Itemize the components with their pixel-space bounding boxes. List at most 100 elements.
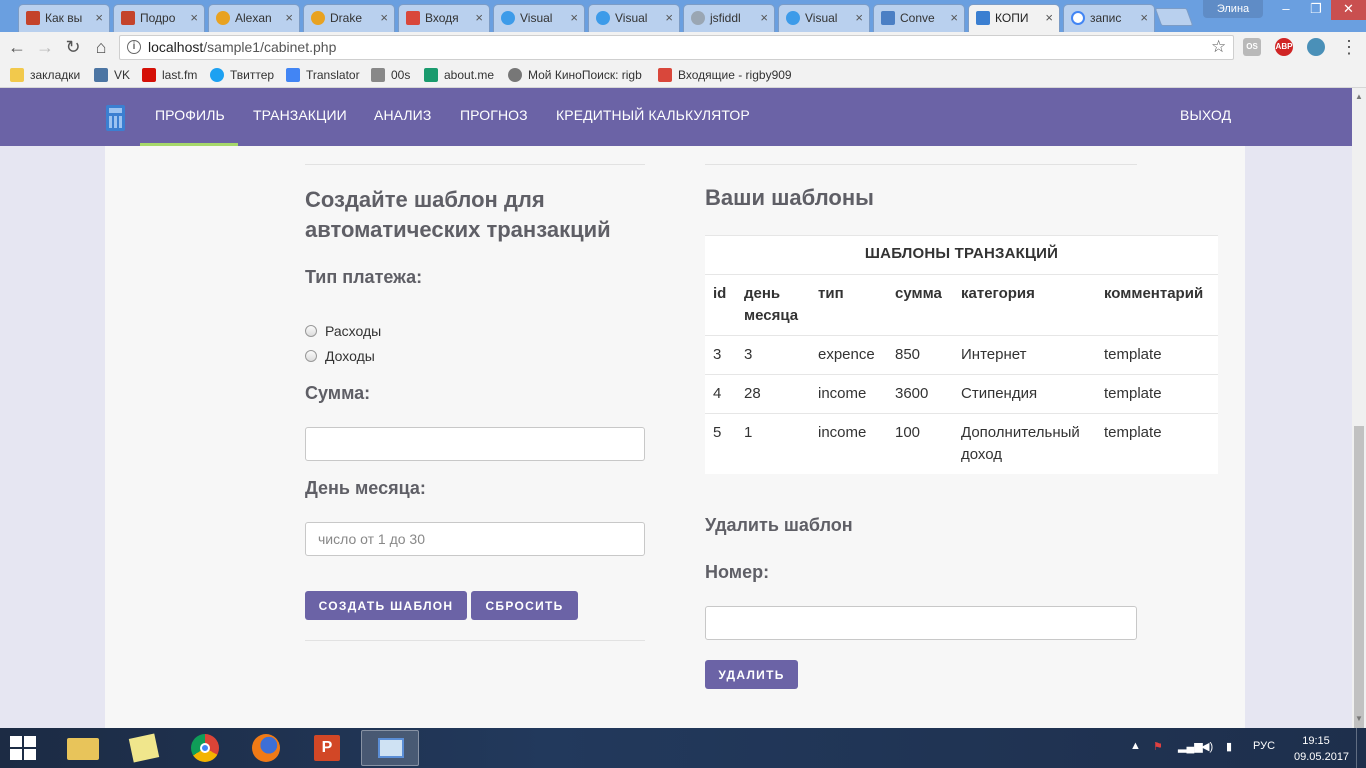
column-header: категория	[961, 285, 1035, 302]
adblock-icon[interactable]: ABP	[1275, 38, 1293, 56]
column-header: день месяца	[744, 285, 799, 324]
firefox-icon[interactable]	[237, 730, 295, 766]
reset-button[interactable]: СБРОСИТЬ	[471, 591, 578, 620]
bookmark-item[interactable]: Твиттер	[210, 67, 274, 83]
maximize-icon[interactable]: ❐	[1301, 0, 1331, 20]
day-of-month-input[interactable]	[305, 522, 645, 556]
amount-input[interactable]	[305, 427, 645, 461]
table-cell: 1	[744, 424, 753, 441]
reload-icon[interactable]: ↻	[62, 36, 84, 58]
table-cell: income	[818, 385, 867, 402]
calculator-logo-icon[interactable]	[106, 105, 125, 131]
scrollbar-thumb[interactable]	[1354, 426, 1364, 751]
browser-tab[interactable]: Alexan ×	[208, 4, 300, 32]
browser-tab[interactable]: Входя ×	[398, 4, 490, 32]
browser-tab[interactable]: запис ×	[1063, 4, 1155, 32]
browser-tab[interactable]: Visual ×	[588, 4, 680, 32]
delete-button[interactable]: УДАЛИТЬ	[705, 660, 798, 689]
day-of-month-label: День месяца:	[305, 478, 426, 498]
nav-item-profile[interactable]: ПРОФИЛЬ	[155, 107, 225, 123]
forward-icon[interactable]: →	[34, 36, 56, 58]
menu-icon[interactable]: ⋮	[1338, 36, 1360, 58]
taskbar-clock[interactable]: 19:15 09.05.2017	[1294, 733, 1349, 765]
battery-icon[interactable]: ▮	[1226, 740, 1232, 753]
bookmark-star-icon[interactable]: ☆	[1211, 37, 1226, 57]
close-icon[interactable]: ×	[665, 5, 673, 31]
flag-icon[interactable]: ⚑	[1153, 740, 1163, 753]
close-icon[interactable]: ×	[760, 5, 768, 31]
close-icon[interactable]: ×	[950, 5, 958, 31]
browser-tab[interactable]: jsfiddl ×	[683, 4, 775, 32]
tray-expand-icon[interactable]: ▲	[1130, 740, 1141, 752]
bookmark-item[interactable]: about.me	[424, 67, 494, 83]
bookmark-item[interactable]: last.fm	[142, 67, 197, 83]
volume-icon[interactable]: ◀)	[1201, 740, 1213, 753]
close-window-icon[interactable]: ✕	[1331, 0, 1366, 20]
table-cell: 4	[713, 385, 722, 402]
close-icon[interactable]: ×	[570, 5, 578, 31]
browser-tab[interactable]: Подро ×	[113, 4, 205, 32]
remote-desktop-icon[interactable]	[361, 730, 419, 766]
radio-button[interactable]	[305, 350, 317, 362]
close-icon[interactable]: ×	[1140, 5, 1148, 31]
browser-tab[interactable]: Conve ×	[873, 4, 965, 32]
nav-item-credit-calculator[interactable]: КРЕДИТНЫЙ КАЛЬКУЛЯТОР	[556, 107, 750, 123]
home-icon[interactable]: ⌂	[90, 36, 112, 58]
extension-os-icon[interactable]: OS	[1243, 38, 1261, 56]
bookmark-item[interactable]: закладки	[10, 67, 80, 83]
close-icon[interactable]: ×	[285, 5, 293, 31]
powerpoint-icon[interactable]: P	[298, 730, 356, 766]
bookmark-item[interactable]: Translator	[286, 67, 360, 83]
extension-icon[interactable]	[1307, 38, 1325, 56]
file-explorer-icon[interactable]	[54, 730, 112, 766]
close-icon[interactable]: ×	[190, 5, 198, 31]
divider	[705, 374, 1218, 375]
calendar-icon	[371, 68, 385, 82]
sticky-notes-icon[interactable]	[115, 730, 173, 766]
vk-icon	[94, 68, 108, 82]
close-icon[interactable]: ×	[855, 5, 863, 31]
table-caption: ШАБЛОНЫ ТРАНЗАКЦИЙ	[864, 245, 1059, 262]
create-template-button[interactable]: СОЗДАТЬ ШАБЛОН	[305, 591, 467, 620]
browser-tab[interactable]: Visual ×	[778, 4, 870, 32]
profile-user-badge[interactable]: Элина	[1203, 0, 1263, 18]
browser-tab[interactable]: Drake ×	[303, 4, 395, 32]
close-icon[interactable]: ×	[475, 5, 483, 31]
chrome-icon[interactable]	[176, 730, 234, 766]
chrome-store-icon	[786, 11, 800, 25]
number-label: Номер:	[705, 562, 770, 582]
table-cell: Интернет	[961, 346, 1027, 363]
nav-logout[interactable]: ВЫХОД	[1180, 107, 1231, 123]
windows-start-icon[interactable]	[10, 736, 38, 760]
table-cell: 5	[713, 424, 722, 441]
close-icon[interactable]: ×	[380, 5, 388, 31]
nav-item-forecast[interactable]: ПРОГНОЗ	[460, 107, 528, 123]
templates-title: Ваши шаблоны	[705, 185, 874, 210]
table-cell: expence	[818, 346, 875, 363]
bookmark-item[interactable]: Входящие - rigby909	[658, 67, 800, 83]
show-desktop-button[interactable]	[1356, 728, 1366, 768]
scroll-down-icon[interactable]: ▼	[1355, 714, 1363, 723]
page-scrollbar[interactable]: ▲ ▼	[1352, 88, 1366, 751]
bookmark-item[interactable]: Мой КиноПоиск: rigb	[508, 67, 644, 83]
language-indicator[interactable]: РУС	[1253, 740, 1275, 752]
minimize-icon[interactable]: –	[1271, 0, 1301, 20]
address-bar[interactable]: localhost/sample1/cabinet.php	[119, 35, 1234, 60]
new-tab-button[interactable]	[1154, 8, 1194, 26]
back-icon[interactable]: ←	[6, 36, 28, 58]
radio-button[interactable]	[305, 325, 317, 337]
table-cell: income	[818, 424, 867, 441]
network-icon[interactable]: ▂▄▆	[1178, 740, 1203, 753]
nav-item-analysis[interactable]: АНАЛИЗ	[374, 107, 431, 123]
browser-tab[interactable]: Visual ×	[493, 4, 585, 32]
bookmark-item[interactable]: VK	[94, 67, 130, 83]
close-icon[interactable]: ×	[95, 5, 103, 31]
scroll-up-icon[interactable]: ▲	[1355, 92, 1363, 101]
template-number-input[interactable]	[705, 606, 1137, 640]
browser-tab-active[interactable]: КОПИ ×	[968, 4, 1060, 32]
nav-item-transactions[interactable]: ТРАНЗАКЦИИ	[253, 107, 347, 123]
browser-tab[interactable]: Как вы ×	[18, 4, 110, 32]
close-icon[interactable]: ×	[1045, 5, 1053, 31]
info-icon[interactable]: i	[127, 40, 141, 54]
bookmark-item[interactable]: 00s	[371, 67, 410, 83]
